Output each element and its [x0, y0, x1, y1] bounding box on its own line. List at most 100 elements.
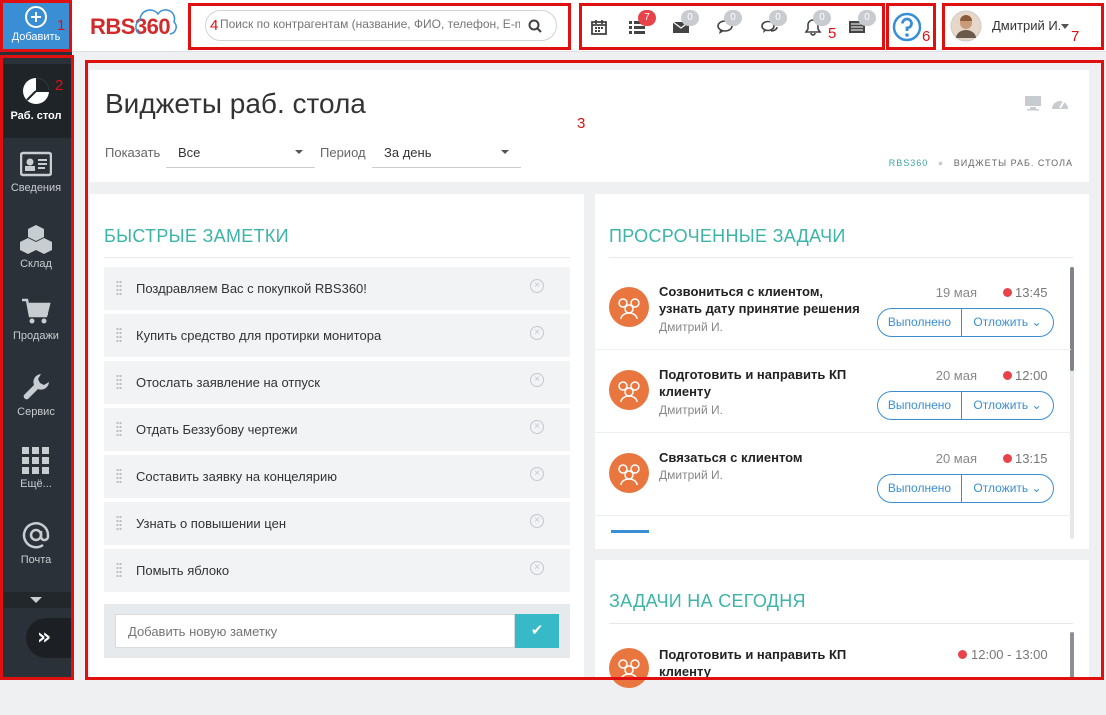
- quick-notes-title: БЫСТРЫЕ ЗАМЕТКИ: [104, 226, 289, 246]
- divider: [609, 257, 1073, 258]
- close-icon[interactable]: ×: [530, 420, 544, 434]
- close-icon[interactable]: ×: [530, 279, 544, 293]
- note-item[interactable]: Отдать Беззубову чертежи ×: [104, 408, 570, 451]
- chevron-down-icon: ⌄: [1031, 398, 1042, 412]
- note-text: Отдать Беззубову чертежи: [136, 422, 298, 437]
- sidebar-item-service[interactable]: Сервис: [0, 360, 72, 434]
- sidebar-item-label: Продажи: [13, 330, 59, 342]
- note-item[interactable]: Купить средство для протирки монитора ×: [104, 314, 570, 357]
- task-time: 12:00: [1015, 368, 1048, 383]
- task-title[interactable]: Подготовить и направить КП клиенту: [659, 646, 869, 680]
- caret-down-icon: [295, 150, 303, 154]
- task-row[interactable]: Связаться с клиентом Дмитрий И. 20 мая 1…: [595, 433, 1071, 516]
- close-icon[interactable]: ×: [530, 467, 544, 481]
- period-filter-select[interactable]: За день: [372, 136, 521, 168]
- task-title[interactable]: Связаться с клиентом: [659, 449, 869, 466]
- drag-handle-icon[interactable]: [116, 374, 122, 391]
- task-user: Дмитрий И.: [659, 320, 723, 334]
- sidebar-item-label: Ещё...: [20, 478, 52, 490]
- close-icon[interactable]: ×: [530, 326, 544, 340]
- postpone-button[interactable]: Отложить ⌄: [962, 309, 1053, 336]
- task-user: Дмитрий И.: [659, 468, 723, 482]
- group-avatar-icon: [609, 648, 649, 688]
- add-note-submit-button[interactable]: ✔: [515, 614, 559, 648]
- task-date: 20 мая: [935, 368, 977, 383]
- postpone-button[interactable]: Отложить ⌄: [962, 392, 1053, 419]
- check-icon: ✔: [530, 622, 544, 639]
- search-box[interactable]: [205, 10, 557, 41]
- done-button[interactable]: Выполнено: [878, 309, 962, 336]
- drag-handle-icon[interactable]: [116, 515, 122, 532]
- task-actions: Выполнено Отложить ⌄: [877, 474, 1054, 503]
- close-icon[interactable]: ×: [530, 514, 544, 528]
- sidebar-item-mail[interactable]: Почта: [0, 508, 72, 582]
- annotation-label-5: 5: [828, 25, 837, 42]
- drag-handle-icon[interactable]: [116, 421, 122, 438]
- task-time: 12:00 - 13:00: [971, 647, 1048, 662]
- note-item[interactable]: Помыть яблоко ×: [104, 549, 570, 592]
- task-actions: Выполнено Отложить ⌄: [877, 391, 1054, 420]
- sidebar-item-sales[interactable]: Продажи: [0, 286, 72, 360]
- close-icon[interactable]: ×: [530, 561, 544, 575]
- done-button[interactable]: Выполнено: [878, 475, 962, 502]
- show-filter-label: Показать: [105, 145, 161, 160]
- task-title[interactable]: Созвониться с клиентом, узнать дату прин…: [659, 283, 869, 317]
- sidebar-item-warehouse[interactable]: Склад: [0, 212, 72, 286]
- sidebar-item-more[interactable]: Ещё...: [0, 434, 72, 508]
- overdue-dot: [1003, 371, 1012, 380]
- note-item[interactable]: Составить заявку на концелярию ×: [104, 455, 570, 498]
- annotation-label-2: 2: [55, 77, 64, 94]
- news-badge: 0: [858, 10, 876, 26]
- search-icon[interactable]: [528, 19, 542, 33]
- annotation-label-1: 1: [57, 17, 66, 34]
- postpone-label: Отложить: [973, 315, 1029, 329]
- annotation-label-7: 7: [1071, 28, 1080, 45]
- chat-badge: 0: [724, 10, 742, 26]
- note-item[interactable]: Поздравляем Вас с покупкой RBS360! ×: [104, 267, 570, 310]
- monitor-icon[interactable]: [1024, 95, 1042, 111]
- drag-handle-icon[interactable]: [116, 468, 122, 485]
- sidebar-item-label: Раб. стол: [10, 110, 62, 122]
- drag-handle-icon[interactable]: [116, 562, 122, 579]
- close-icon[interactable]: ×: [530, 373, 544, 387]
- show-filter-select[interactable]: Все: [166, 136, 315, 168]
- logo[interactable]: RBS360: [90, 9, 177, 40]
- sidebar-item-label: Сведения: [10, 182, 62, 194]
- drag-handle-icon[interactable]: [116, 280, 122, 297]
- search-input[interactable]: [220, 17, 520, 31]
- user-menu[interactable]: Дмитрий И.: [950, 10, 1090, 42]
- sidebar-scroll-down[interactable]: [0, 592, 72, 608]
- task-row[interactable]: Подготовить и направить КП клиенту 12:00…: [595, 632, 1071, 715]
- sidebar-expand-button[interactable]: »: [26, 618, 72, 658]
- note-text: Купить средство для протирки монитора: [136, 328, 382, 343]
- postpone-button[interactable]: Отложить ⌄: [962, 475, 1053, 502]
- sidebar-item-info[interactable]: Сведения: [0, 138, 72, 212]
- calendar-icon[interactable]: [590, 18, 608, 36]
- annotation-label-3: 3: [577, 115, 586, 132]
- mail-badge: 0: [681, 10, 699, 26]
- breadcrumb-separator: ●: [937, 158, 945, 168]
- period-filter-label: Период: [320, 145, 366, 160]
- wrench-icon: [23, 374, 49, 400]
- sidebar: Раб. стол Сведения Склад Продажи Сервис …: [0, 52, 72, 680]
- task-row[interactable]: Подготовить и направить КП клиенту Дмитр…: [595, 350, 1071, 433]
- help-icon[interactable]: [892, 12, 922, 42]
- note-text: Поздравляем Вас с покупкой RBS360!: [136, 281, 367, 296]
- status-dot: [958, 650, 967, 659]
- sidebar-item-desktop[interactable]: Раб. стол: [0, 64, 72, 138]
- done-button[interactable]: Выполнено: [878, 392, 962, 419]
- breadcrumb-home[interactable]: RBS360: [889, 158, 929, 168]
- add-note-input[interactable]: [115, 614, 515, 648]
- show-filter-value: Все: [178, 145, 201, 160]
- breadcrumb-current: ВИДЖЕТЫ РАБ. СТОЛА: [953, 158, 1073, 168]
- task-title[interactable]: Подготовить и направить КП клиенту: [659, 366, 869, 400]
- note-item[interactable]: Отослать заявление на отпуск ×: [104, 361, 570, 404]
- dashboard-gauge-icon[interactable]: [1050, 94, 1070, 112]
- note-text: Помыть яблоко: [136, 563, 230, 578]
- drag-handle-icon[interactable]: [116, 327, 122, 344]
- group-avatar-icon: [609, 287, 649, 327]
- task-user: Дмитрий И.: [659, 403, 723, 417]
- note-item[interactable]: Узнать о повышении цен ×: [104, 502, 570, 545]
- period-filter-value: За день: [384, 145, 432, 160]
- task-row[interactable]: Созвониться с клиентом, узнать дату прин…: [595, 267, 1071, 350]
